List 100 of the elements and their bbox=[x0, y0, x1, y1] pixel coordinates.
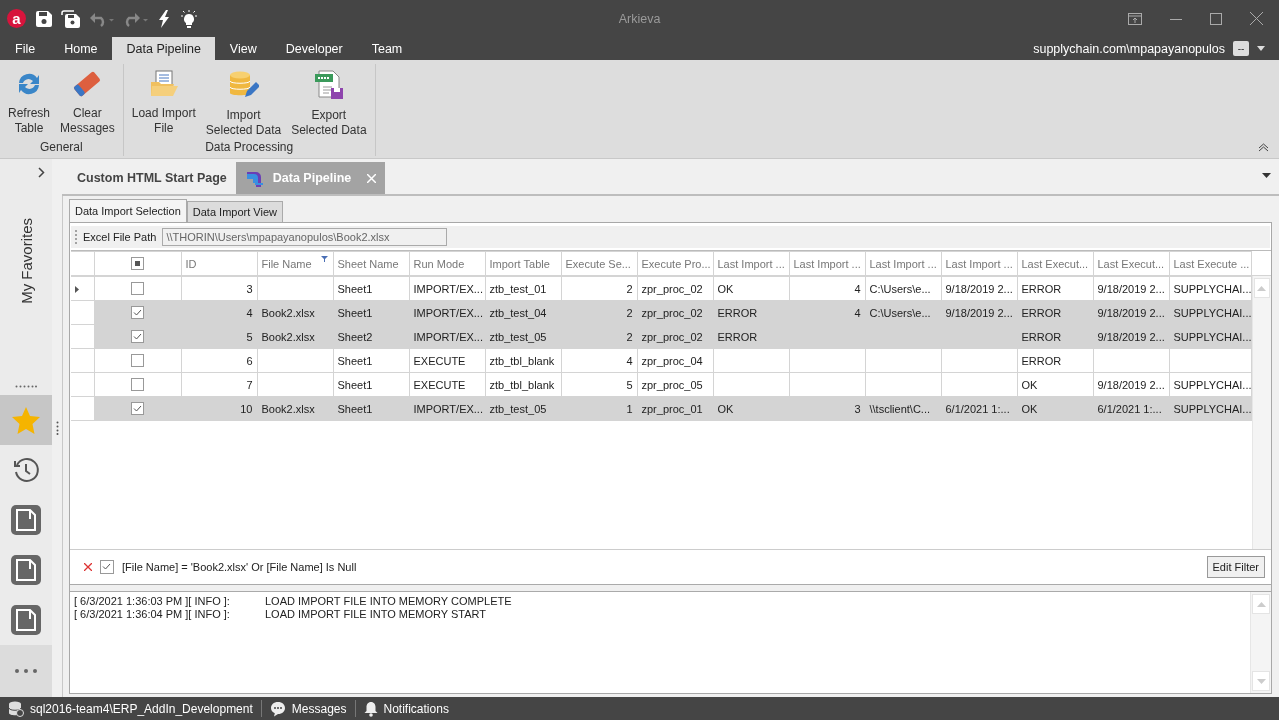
column-header[interactable]: Execute Pro... bbox=[637, 251, 713, 276]
restore-window-icon[interactable] bbox=[1128, 12, 1142, 25]
lightbulb-icon[interactable] bbox=[179, 9, 199, 28]
table-row[interactable]: 6 Sheet1 EXECUTE ztb_tbl_blank 4 zpr_proc_04 ERROR bbox=[71, 348, 1251, 373]
table-cell: ERROR bbox=[717, 306, 758, 319]
check-icon bbox=[133, 332, 142, 342]
column-header[interactable]: Last Execut... bbox=[1093, 251, 1169, 276]
field-label: Excel File Path bbox=[83, 231, 157, 243]
spreadsheet-export-icon bbox=[312, 70, 345, 100]
close-icon[interactable] bbox=[1250, 12, 1263, 25]
dropdown-caret-icon[interactable] bbox=[1262, 173, 1271, 178]
remove-filter-icon[interactable] bbox=[84, 563, 92, 571]
table-cell: 9/18/2019 2... bbox=[1097, 306, 1165, 319]
table-cell: Book2.xlsx bbox=[261, 306, 315, 319]
menu-tab[interactable]: Developer bbox=[270, 37, 357, 60]
document-icon bbox=[10, 604, 42, 636]
row-checkbox[interactable] bbox=[131, 402, 144, 416]
log-timestamp: [ 6/3/2021 1:36:04 PM ][ INFO ]: bbox=[74, 608, 231, 621]
table-cell: Sheet1 bbox=[337, 378, 373, 391]
table-cell: zpr_proc_02 bbox=[641, 282, 703, 295]
column-header[interactable]: ID bbox=[181, 251, 257, 276]
column-header[interactable]: Run Mode bbox=[409, 251, 485, 276]
menu-tab[interactable]: File bbox=[0, 37, 50, 60]
filter-checkbox[interactable] bbox=[100, 560, 114, 574]
column-header[interactable]: Last Import ... bbox=[713, 251, 789, 276]
page-tab[interactable]: Data Import View bbox=[186, 201, 283, 222]
splitter-grip-icon[interactable] bbox=[55, 421, 59, 435]
table-cell: 9/18/2019 2... bbox=[1097, 378, 1165, 391]
column-header[interactable]: Sheet Name bbox=[333, 251, 409, 276]
table-cell: SUPPLYCHAI... bbox=[1173, 282, 1250, 295]
log-message: LOAD IMPORT FILE INTO MEMORY START bbox=[265, 608, 487, 621]
table-cell: 6/1/2021 1:... bbox=[945, 402, 1010, 415]
column-header[interactable]: Import Table bbox=[485, 251, 561, 276]
table-cell: zpr_proc_05 bbox=[641, 378, 703, 391]
collapse-ribbon-icon[interactable] bbox=[1258, 143, 1269, 152]
table-cell: OK bbox=[1021, 402, 1038, 415]
row-checkbox[interactable] bbox=[131, 282, 144, 296]
ribbon-button[interactable]: Import Selected Data bbox=[203, 68, 284, 140]
ribbon-button[interactable]: Refresh Table bbox=[6, 68, 53, 140]
save-all-icon[interactable] bbox=[61, 9, 81, 28]
edit-filter-button[interactable]: Edit Filter bbox=[1206, 556, 1265, 578]
row-checkbox[interactable] bbox=[131, 378, 144, 392]
page-tab[interactable]: Data Import Selection bbox=[69, 199, 187, 222]
ribbon-button[interactable]: Clear Messages bbox=[58, 68, 117, 140]
user-name: supplychain.com\mpapayanopulos bbox=[1033, 41, 1225, 56]
table-row[interactable]: 3 Sheet1 IMPORT/EX... ztb_test_01 2 zpr_proc_02 OK 4 C:\Users\e... 9/18/2019 2... ERROR 9/18/2019 2... SUPPLYCHAI... bbox=[71, 276, 1251, 301]
ribbon-button[interactable]: Load Import File bbox=[129, 68, 198, 140]
expand-icon[interactable] bbox=[37, 167, 45, 178]
status-item[interactable]: Messages bbox=[261, 700, 356, 717]
column-header[interactable]: Last Execute ... bbox=[1169, 251, 1251, 276]
table-cell: 6/1/2021 1:... bbox=[1097, 402, 1162, 415]
redo-icon[interactable] bbox=[123, 10, 149, 27]
file-path-field[interactable]: \\THORIN\Users\mpapayanopulos\Book2.xlsx bbox=[162, 228, 448, 246]
table-cell: 4 bbox=[854, 306, 861, 319]
column-header[interactable]: Last Import ... bbox=[941, 251, 1017, 276]
maximize-icon[interactable] bbox=[1210, 12, 1222, 25]
status-item[interactable]: Notifications bbox=[355, 700, 457, 717]
table-cell: Sheet1 bbox=[337, 282, 373, 295]
table-cell: C:\Users\e... bbox=[869, 306, 931, 319]
star-icon bbox=[11, 406, 41, 434]
table-cell: Sheet1 bbox=[337, 306, 373, 319]
row-checkbox[interactable] bbox=[131, 330, 144, 344]
row-checkbox[interactable] bbox=[131, 306, 144, 320]
document-tab[interactable]: Custom HTML Start Page bbox=[68, 162, 236, 194]
table-cell: 4 bbox=[626, 354, 633, 367]
filter-icon[interactable] bbox=[320, 256, 328, 262]
table-cell: 7 bbox=[246, 378, 253, 391]
column-header[interactable]: Execute Se... bbox=[561, 251, 637, 276]
column-header[interactable]: Last Import ... bbox=[789, 251, 865, 276]
table-cell: 4 bbox=[854, 282, 861, 295]
menu-tab[interactable]: Team bbox=[356, 37, 417, 60]
app-logo: a bbox=[7, 9, 26, 28]
table-cell: 2 bbox=[626, 282, 633, 295]
row-checkbox[interactable] bbox=[131, 354, 144, 368]
menu-tab[interactable]: Home bbox=[49, 37, 112, 60]
caret-icon[interactable] bbox=[1257, 46, 1265, 51]
database-edit-icon bbox=[227, 70, 260, 100]
table-row[interactable]: 5 Book2.xlsx Sheet2 IMPORT/EX... ztb_test_05 2 zpr_proc_02 ERROR ERROR 9/18/2019 2... SUPPLYCHAI... bbox=[71, 324, 1251, 349]
user-button[interactable]: -- bbox=[1233, 41, 1249, 56]
table-cell: C:\Users\e... bbox=[869, 282, 931, 295]
table-cell: ERROR bbox=[717, 330, 758, 343]
column-header[interactable]: Last Import ... bbox=[865, 251, 941, 276]
grip-icon[interactable] bbox=[15, 385, 37, 388]
table-row[interactable]: 7 Sheet1 EXECUTE ztb_tbl_blank 5 zpr_proc_05 OK 9/18/2019 2... SUPPLYCHAI... bbox=[71, 372, 1251, 397]
select-all-checkbox[interactable] bbox=[131, 257, 144, 271]
menu-tab[interactable]: View bbox=[214, 37, 271, 60]
status-item[interactable]: sql2016-team4\ERP_AddIn_Development bbox=[0, 700, 262, 717]
column-header[interactable]: File Name bbox=[257, 251, 333, 276]
log-message: LOAD IMPORT FILE INTO MEMORY COMPLETE bbox=[265, 595, 512, 608]
lightning-icon[interactable] bbox=[157, 9, 171, 28]
table-row[interactable]: 10 Book2.xlsx Sheet1 IMPORT/EX... ztb_test_05 1 zpr_proc_01 OK 3 \\tsclient\C... 6/1/2021 1:... OK 6/1/2021 1:... SUPPLYCHAI... bbox=[71, 396, 1251, 421]
table-cell: ztb_test_05 bbox=[489, 402, 547, 415]
ribbon-tab[interactable]: Data Pipeline bbox=[111, 37, 215, 60]
table-cell: 10 bbox=[240, 402, 253, 415]
scrollbar[interactable] bbox=[1251, 276, 1271, 549]
table-row[interactable]: 4 Book2.xlsx Sheet1 IMPORT/EX... ztb_test_04 2 zpr_proc_02 ERROR 4 C:\Users\e... 9/18/2019 2... ERROR 9/18/2019 2... SUPPLYCHAI... bbox=[71, 300, 1251, 325]
save-icon[interactable] bbox=[35, 9, 53, 28]
table-cell: 9/18/2019 2... bbox=[1097, 282, 1165, 295]
column-header[interactable]: Last Execut... bbox=[1017, 251, 1093, 276]
ribbon-button[interactable]: Export Selected Data bbox=[289, 68, 369, 140]
